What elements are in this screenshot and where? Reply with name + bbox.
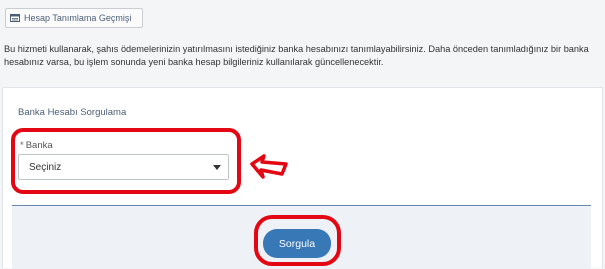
highlight-outline-button (254, 215, 341, 266)
history-button[interactable]: Hesap Tanımlama Geçmişi (5, 8, 143, 28)
info-text: Bu hizmeti kullanarak, şahıs ödemelerini… (4, 44, 589, 67)
card-title: Banka Hesabı Sorgulama (18, 107, 127, 118)
pointer-arrow-icon (250, 154, 288, 179)
history-button-label: Hesap Tanımlama Geçmişi (24, 13, 132, 23)
highlight-outline-select (11, 128, 241, 194)
list-icon (10, 14, 20, 22)
